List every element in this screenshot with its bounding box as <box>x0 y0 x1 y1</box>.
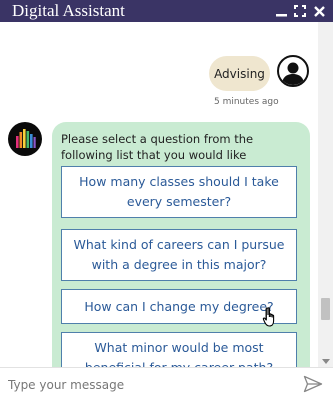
maximize-icon[interactable] <box>292 3 308 19</box>
option-button-careers[interactable]: What kind of careers can I pursue with a… <box>61 229 297 281</box>
window-controls <box>273 3 327 19</box>
scrollbar-thumb[interactable] <box>321 298 330 320</box>
bot-message-bubble: Please select a question from the follow… <box>52 122 310 367</box>
message-timestamp: 5 minutes ago <box>214 97 279 107</box>
close-icon[interactable] <box>311 3 327 19</box>
chat-scrollbar[interactable] <box>318 22 333 367</box>
chat-transcript: Advising 5 minutes ago Please select a q… <box>0 22 318 367</box>
scroll-down-arrow-icon[interactable] <box>322 359 330 364</box>
bot-logo-icon <box>8 122 42 156</box>
send-icon[interactable] <box>303 375 323 393</box>
hand-pointer-icon <box>262 306 282 328</box>
user-message-bubble: Advising <box>209 56 270 91</box>
user-icon <box>277 55 309 87</box>
message-input-bar <box>0 367 333 400</box>
title-bar: Digital Assistant <box>0 0 333 22</box>
window-title: Digital Assistant <box>12 1 125 20</box>
minimize-icon[interactable] <box>273 3 289 19</box>
option-button-classes[interactable]: How many classes should I take every sem… <box>61 166 297 218</box>
user-message-text: Advising <box>214 66 265 81</box>
message-input[interactable] <box>6 374 295 396</box>
option-button-minor[interactable]: What minor would be most beneficial for … <box>61 332 297 367</box>
